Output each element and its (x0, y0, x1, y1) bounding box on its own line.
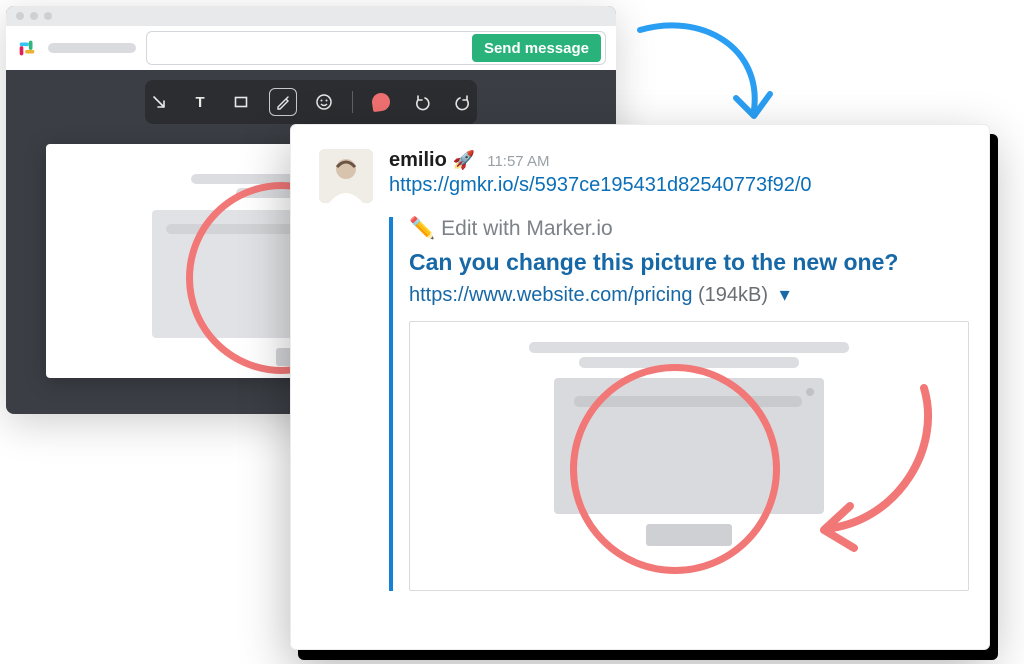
avatar[interactable] (319, 149, 373, 203)
message-url[interactable]: https://gmkr.io/s/5937ce195431d82540773f… (389, 174, 812, 197)
attachment-link[interactable]: https://www.website.com/pricing (409, 284, 692, 306)
pencil-icon: ✏️ (409, 217, 435, 241)
text-tool-icon[interactable]: T (186, 88, 213, 116)
arrow-tool-icon[interactable] (145, 88, 172, 116)
message-input[interactable]: Send message (146, 31, 606, 65)
placeholder-line (529, 342, 849, 353)
username[interactable]: emilio (389, 149, 447, 172)
message-attachment: ✏️ Edit with Marker.io Can you change th… (389, 217, 961, 591)
destination-placeholder (48, 43, 136, 53)
slack-message-window: emilio 🚀 11:57 AM https://gmkr.io/s/5937… (290, 124, 990, 650)
window-titlebar (6, 6, 616, 26)
attachment-image[interactable] (409, 321, 969, 591)
timestamp: 11:57 AM (487, 153, 549, 170)
edit-label: Edit with Marker.io (441, 217, 613, 241)
redo-icon[interactable] (450, 88, 477, 116)
rectangle-tool-icon[interactable] (228, 88, 255, 116)
toolbar-divider (352, 91, 353, 113)
annotation-toolbar: T (145, 80, 477, 124)
undo-icon[interactable] (408, 88, 435, 116)
attachment-title[interactable]: Can you change this picture to the new o… (409, 249, 961, 276)
attachment-size: (194kB) (698, 284, 768, 306)
pen-tool-icon[interactable] (269, 88, 296, 116)
message-header: emilio 🚀 11:57 AM https://gmkr.io/s/5937… (319, 149, 961, 203)
traffic-light-close[interactable] (16, 12, 24, 20)
caret-down-icon[interactable]: ▾ (780, 284, 790, 306)
circle-annotation (570, 364, 780, 574)
slack-logo-icon (16, 37, 38, 59)
flow-arrow-icon (632, 18, 782, 138)
emoji-tool-icon[interactable] (311, 88, 338, 116)
rocket-icon: 🚀 (453, 150, 475, 171)
marker-tool-icon[interactable] (367, 88, 394, 116)
traffic-light-zoom[interactable] (44, 12, 52, 20)
send-message-button[interactable]: Send message (472, 34, 601, 62)
traffic-light-minimize[interactable] (30, 12, 38, 20)
attachment-url-row: https://www.website.com/pricing (194kB) … (409, 282, 961, 307)
arrow-annotation-icon (802, 378, 942, 558)
edit-with-marker[interactable]: ✏️ Edit with Marker.io (409, 217, 961, 241)
editor-header: Send message (6, 26, 616, 70)
